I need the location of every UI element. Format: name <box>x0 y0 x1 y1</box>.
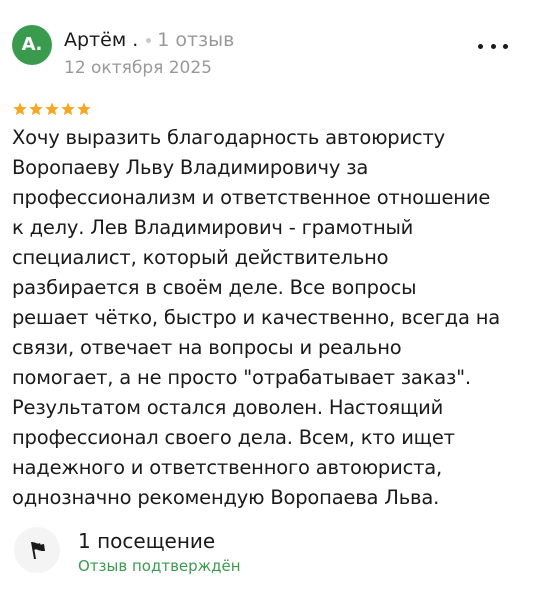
review-date: 12 октября 2025 <box>64 58 213 78</box>
review-text-line: Результатом остался доволен. Настоящий <box>12 396 444 419</box>
star-icon <box>60 100 76 118</box>
author-avatar[interactable]: А. <box>12 25 52 65</box>
review-text-line: решает чётко, быстро и качественно, всег… <box>12 306 501 329</box>
review-text-line: надежного и ответственного автоюриста, <box>12 456 443 479</box>
more-options-icon-dot <box>478 43 483 49</box>
rating-stars <box>12 100 92 118</box>
more-options-button[interactable] <box>478 36 508 56</box>
more-options-icon-dot <box>490 43 496 49</box>
review-text-line: к делу. Лев Владимирович - грамотный <box>12 216 414 239</box>
review-text-line: Хочу выразить благодарность автоюристу <box>12 126 445 149</box>
author-name[interactable]: Артём . <box>64 29 138 51</box>
verified-label: Отзыв подтверждён <box>78 557 241 575</box>
star-icon <box>44 100 60 118</box>
author-review-count: 1 отзыв <box>157 29 235 51</box>
star-icon <box>28 100 44 118</box>
visits-count: 1 посещение <box>78 529 216 553</box>
review-card: А. Артём . 1 отзыв 12 октября 2025 Хочу в… <box>0 0 541 599</box>
star-icon <box>76 100 92 118</box>
separator-dot-icon <box>146 38 152 43</box>
star-icon <box>12 100 28 118</box>
review-text-line: разбирается в своём деле. Все вопросы <box>12 276 417 299</box>
flag-icon <box>31 542 45 559</box>
review-text-line: Воропаеву Льву Владимировичу за <box>12 156 369 179</box>
review-text-line: помогает, а не просто "отрабатывает зака… <box>12 366 471 389</box>
more-options-icon-dot <box>503 43 508 49</box>
author-line: Артём . 1 отзыв <box>64 27 234 53</box>
review-text: Хочу выразить благодарность автоюристу Во… <box>12 123 534 513</box>
review-text-line: профессионализм и ответственное отношени… <box>12 186 491 209</box>
review-text-line: однозначно рекомендую Воропаева Льва. <box>12 486 440 509</box>
review-text-line: профессионал своего дела. Всем, кто ищет <box>12 426 455 449</box>
visit-badge <box>14 527 60 573</box>
review-text-line: специалист, который действительно <box>12 246 389 269</box>
review-text-line: связи, отвечает на вопросы и реально <box>12 336 402 359</box>
